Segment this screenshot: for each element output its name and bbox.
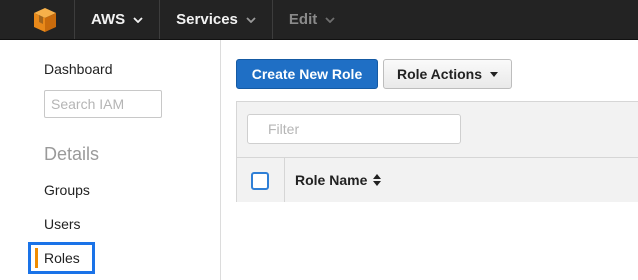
- search-iam-input[interactable]: [44, 90, 162, 118]
- services-menu[interactable]: Services: [176, 11, 256, 28]
- role-actions-label: Role Actions: [396, 66, 483, 82]
- sidebar-item-groups[interactable]: Groups: [44, 182, 90, 198]
- chevron-down-icon: [246, 16, 256, 23]
- filter-input[interactable]: [247, 114, 461, 144]
- nav-divider: [159, 0, 161, 39]
- nav-divider: [271, 0, 273, 39]
- active-indicator: [35, 248, 38, 268]
- aws-cube-icon[interactable]: [30, 5, 60, 35]
- sidebar: Dashboard Details Groups Users Roles: [0, 40, 221, 280]
- edit-menu-label: Edit: [288, 11, 318, 28]
- sidebar-heading-details: Details: [44, 144, 100, 164]
- create-new-role-button[interactable]: Create New Role: [236, 59, 378, 89]
- column-header-role-name[interactable]: Role Name: [295, 172, 382, 188]
- select-all-checkbox[interactable]: [251, 172, 269, 190]
- chevron-down-icon: [325, 16, 335, 23]
- role-actions-button[interactable]: Role Actions: [383, 59, 512, 89]
- services-menu-label: Services: [176, 11, 238, 28]
- chevron-down-icon: [133, 16, 143, 23]
- roles-table: Role Name: [236, 101, 638, 202]
- sidebar-item-users[interactable]: Users: [44, 216, 81, 232]
- edit-menu[interactable]: Edit: [289, 11, 335, 28]
- aws-menu-label: AWS: [91, 11, 126, 28]
- nav-divider: [74, 0, 75, 39]
- top-nav-bar: AWS Services Edit: [0, 0, 638, 40]
- table-header-row: Role Name: [237, 157, 638, 202]
- column-header-label: Role Name: [295, 172, 368, 188]
- sort-icon: [373, 174, 382, 186]
- caret-down-icon: [490, 71, 499, 77]
- select-all-cell: [237, 158, 285, 202]
- aws-menu[interactable]: AWS: [91, 11, 143, 28]
- sidebar-item-roles[interactable]: Roles: [28, 242, 95, 274]
- sidebar-item-dashboard[interactable]: Dashboard: [44, 61, 113, 77]
- sidebar-item-roles-label: Roles: [44, 250, 80, 266]
